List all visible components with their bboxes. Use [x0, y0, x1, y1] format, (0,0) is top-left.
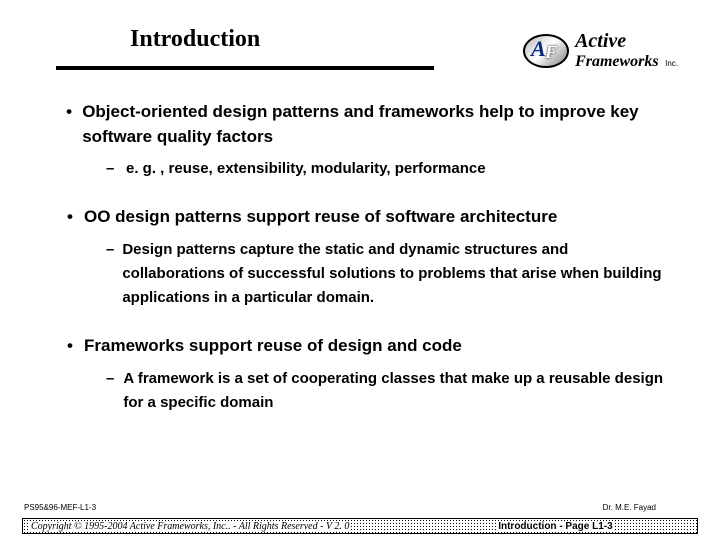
sub-list: – A framework is a set of cooperating cl…	[106, 367, 666, 415]
project-id: PS95&96-MEF-L1-3	[24, 503, 96, 512]
bullet-item: • Object-oriented design patterns and fr…	[66, 100, 666, 181]
brand-line1: Active	[575, 30, 678, 53]
dash-icon: –	[106, 157, 118, 181]
brand-line2: Frameworks	[575, 53, 659, 70]
sub-text: A framework is a set of cooperating clas…	[123, 367, 666, 415]
sub-text: Design patterns capture the static and d…	[122, 238, 666, 310]
author-name: Dr. M.E. Fayad	[603, 503, 656, 512]
dash-icon: –	[106, 238, 114, 262]
page-label: Introduction - Page L1-3	[496, 521, 614, 532]
copyright-text: Copyright © 1995-2004 Active Frameworks,…	[29, 521, 351, 532]
slide-body: • Object-oriented design patterns and fr…	[66, 100, 666, 425]
footer-bar: Copyright © 1995-2004 Active Frameworks,…	[22, 518, 698, 534]
brand-logo: AF Active Frameworks Inc.	[523, 30, 678, 71]
bullet-text: Frameworks support reuse of design and c…	[84, 334, 462, 359]
dash-icon: –	[106, 367, 115, 391]
brand-inc: Inc.	[665, 59, 678, 68]
bullet-dot-icon: •	[66, 100, 72, 125]
slide-header: Introduction AF Active Frameworks Inc.	[0, 20, 720, 80]
bullet-dot-icon: •	[66, 334, 74, 359]
bullet-item: • Frameworks support reuse of design and…	[66, 334, 666, 415]
brand-logo-icon: AF	[523, 32, 569, 70]
brand-logo-text: Active Frameworks Inc.	[575, 30, 678, 71]
bullet-text: Object-oriented design patterns and fram…	[82, 100, 666, 149]
title-underline	[56, 66, 434, 70]
sub-list: – e. g. , reuse, extensibility, modulari…	[106, 157, 666, 181]
bullet-item: • OO design patterns support reuse of so…	[66, 205, 666, 310]
bullet-text: OO design patterns support reuse of soft…	[84, 205, 557, 230]
sub-text: e. g. , reuse, extensibility, modularity…	[126, 157, 486, 181]
bullet-dot-icon: •	[66, 205, 74, 230]
slide: Introduction AF Active Frameworks Inc. •…	[0, 0, 720, 540]
sub-list: – Design patterns capture the static and…	[106, 238, 666, 310]
slide-title: Introduction	[130, 26, 260, 53]
